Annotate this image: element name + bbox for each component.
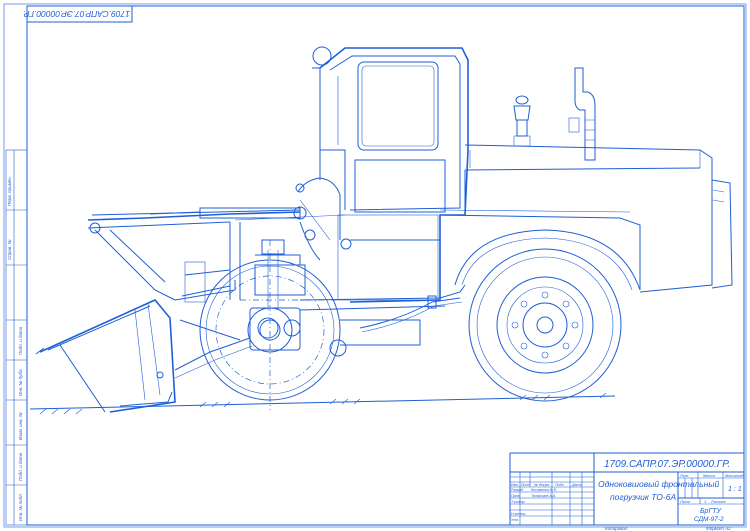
articulation-linkage <box>295 177 341 261</box>
margin-label-5: Взам. инв. № <box>18 412 23 440</box>
bucket <box>35 299 176 413</box>
sheets-label: Листов <box>710 499 726 504</box>
row-role-2: Пров. <box>511 494 520 498</box>
loader-drawing <box>35 46 733 413</box>
grid-header-3: № докум. <box>534 483 550 487</box>
footer-format: Формат А2 <box>706 526 731 531</box>
org-line-1: БрГТУ <box>700 508 723 515</box>
margin-label-6: Подп. и дата <box>18 452 23 481</box>
grid-header-4: Подп. <box>555 483 565 487</box>
sheets-value: 1 <box>704 499 706 504</box>
header-mass: Масса <box>703 473 716 478</box>
corner-stamp: 1709.САПР.07.ЭР.00000.ГР. <box>23 5 133 23</box>
corner-stamp-text: 1709.САПР.07.ЭР.00000.ГР. <box>23 9 130 19</box>
margin-label-3: Подп. и дата <box>18 326 23 355</box>
margin-label-7: Инв. № подл. <box>18 493 23 521</box>
row-name-1: Косименко В.Ф. <box>531 488 557 492</box>
org-line-2: СДМ-97-2 <box>694 516 724 523</box>
engine-hood <box>439 144 733 293</box>
scale-value: 1:1 <box>728 486 744 493</box>
title-line-1: Одноковшовый фронтальный <box>598 479 720 489</box>
title-block-designation: 1709.САПР.07.ЭР.00000.ГР. <box>604 459 730 470</box>
title-block: 1709.САПР.07.ЭР.00000.ГР. Изм. Лист № до… <box>509 452 745 526</box>
row-role-4: Н.контр. <box>511 512 526 516</box>
header-scale: Масштаб <box>725 473 744 478</box>
left-margin-strip: Перв. примен. Справ. № Подп. и дата Инв.… <box>5 149 28 526</box>
outer-frame <box>3 3 747 528</box>
margin-label-4: Инв. № дубл. <box>18 368 23 396</box>
air-intake <box>513 95 531 147</box>
sheet-label: Лист <box>679 499 691 504</box>
margin-label-2: Справ. № <box>7 239 12 260</box>
cab <box>312 46 469 303</box>
row-role-3: Т.контр. <box>511 500 526 504</box>
exhaust-pipe <box>568 67 596 161</box>
hydraulic-hoses <box>359 297 461 329</box>
inner-frame <box>26 5 745 526</box>
header-lit: Лит. <box>679 473 689 478</box>
revision-grid: Изм. Лист № докум. Подп. Дата Разраб. Ко… <box>510 472 594 525</box>
chassis <box>229 214 466 357</box>
grid-header-1: Изм. <box>511 483 519 487</box>
row-name-2: Трофимов А.А. <box>531 494 556 498</box>
grid-header-5: Дата <box>571 483 581 487</box>
front-axle-drive <box>240 239 340 410</box>
drawing-sheet: Перв. примен. Справ. № Подп. и дата Инв.… <box>3 3 747 531</box>
margin-label-1: Перв. примен. <box>7 176 12 206</box>
footer-copied: Копировал <box>605 526 628 531</box>
rear-wheel <box>468 248 622 402</box>
row-role-1: Разраб. <box>511 488 524 492</box>
grid-header-2: Лист <box>520 483 530 487</box>
title-line-2: погрузчик ТО-6А <box>610 492 676 502</box>
row-role-5: Утв. <box>511 518 519 522</box>
